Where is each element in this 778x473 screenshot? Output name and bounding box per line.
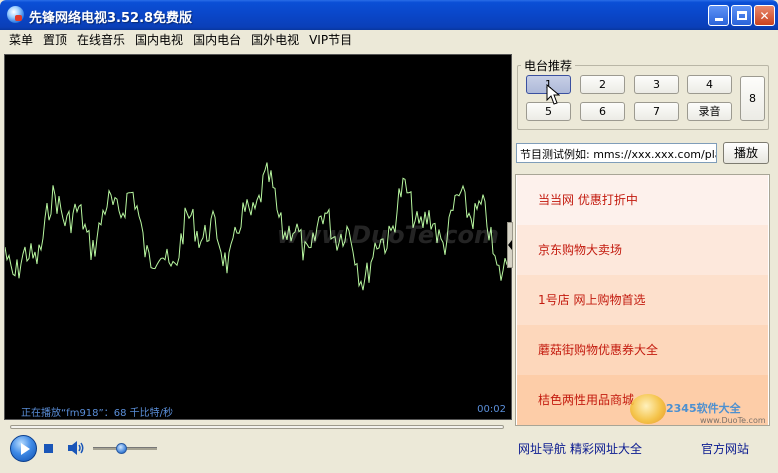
seek-bar[interactable] [10, 425, 504, 429]
close-icon: ✕ [759, 8, 770, 23]
menu-item-vip[interactable]: VIP节目 [304, 30, 357, 50]
app-logo-icon [7, 6, 24, 23]
station-button-7[interactable]: 7 [634, 102, 679, 121]
station-button-2[interactable]: 2 [580, 75, 625, 94]
record-button[interactable]: 录音 [687, 102, 732, 121]
watermark-logo-url: www.DuoTe.com [700, 416, 766, 425]
menu-item-foreign-tv[interactable]: 国外电视 [246, 30, 304, 50]
watermark-text: www.DuoTe.com [277, 221, 499, 249]
link-official-site[interactable]: 官方网站 [701, 440, 749, 457]
stop-button[interactable] [44, 444, 53, 453]
minimize-button[interactable] [708, 5, 729, 26]
video-player[interactable]: www.DuoTe.com 正在播放“fm918”：68 千比特/秒 00:02 [4, 54, 512, 420]
link-sites[interactable]: 精彩网址大全 [570, 440, 642, 457]
recommend-panel: 当当网 优惠打折中 京东购物大卖场 1号店 网上购物首选 蘑菇街购物优惠券大全 … [515, 174, 770, 426]
mascot-icon [630, 394, 666, 424]
title-bar[interactable]: 先锋网络电视3.52.8免费版 ✕ [0, 0, 778, 30]
ad-link-yhd[interactable]: 1号店 网上购物首选 [517, 275, 768, 325]
menu-item-online-music[interactable]: 在线音乐 [72, 30, 130, 50]
station-group-title: 电台推荐 [521, 57, 576, 74]
play-url-button[interactable]: 播放 [723, 142, 769, 164]
play-button[interactable] [10, 435, 37, 462]
link-url-nav[interactable]: 网址导航 [518, 440, 566, 457]
ad-link-jd[interactable]: 京东购物大卖场 [517, 225, 768, 275]
playback-status: 正在播放“fm918”：68 千比特/秒 [21, 408, 173, 419]
watermark-logo-text: 2345软件大全 [666, 402, 741, 415]
volume-slider-thumb[interactable] [115, 443, 127, 454]
station-button-3[interactable]: 3 [634, 75, 679, 94]
close-button[interactable]: ✕ [754, 5, 775, 26]
stream-url-input[interactable]: 节目测试例如: mms://xxx.xxx.com/play [516, 143, 717, 163]
ad-link-dangdang[interactable]: 当当网 优惠打折中 [517, 175, 768, 225]
window-title: 先锋网络电视3.52.8免费版 [29, 11, 193, 26]
panel-collapse-handle[interactable] [507, 222, 513, 268]
minimize-icon [714, 18, 723, 21]
station-button-4[interactable]: 4 [687, 75, 732, 94]
station-button-6[interactable]: 6 [580, 102, 625, 121]
playback-time: 00:02 [477, 404, 506, 415]
maximize-button[interactable] [731, 5, 752, 26]
station-button-8[interactable]: 8 [740, 76, 765, 121]
menu-item-domestic-radio[interactable]: 国内电台 [188, 30, 246, 50]
menu-item-domestic-tv[interactable]: 国内电视 [130, 30, 188, 50]
menu-bar: 菜单 置顶 在线音乐 国内电视 国内电台 国外电视 VIP节目 [4, 30, 774, 50]
mouse-cursor-icon [546, 84, 560, 105]
ad-link-mogujie[interactable]: 蘑菇街购物优惠券大全 [517, 325, 768, 375]
menu-item-menu[interactable]: 菜单 [4, 30, 38, 50]
volume-icon[interactable] [66, 440, 86, 456]
maximize-icon [736, 11, 747, 20]
menu-item-pin-top[interactable]: 置顶 [38, 30, 72, 50]
